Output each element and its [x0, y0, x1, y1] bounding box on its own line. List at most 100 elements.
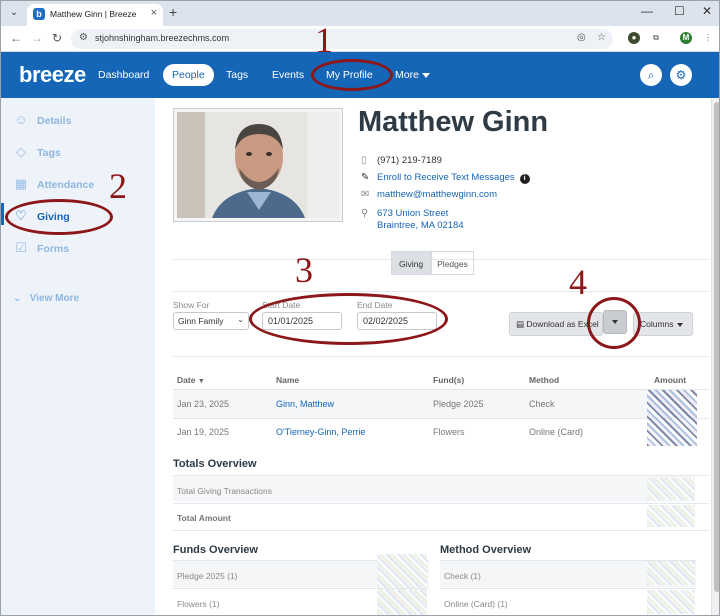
text-enroll-row: ✎ Enroll to Receive Text Messages i	[361, 172, 530, 184]
method-overview-title: Method Overview	[440, 544, 532, 556]
phone-number: (971) 219-7189	[377, 155, 442, 166]
column-header-label: Date	[177, 375, 196, 385]
enroll-text-link[interactable]: Enroll to Receive Text Messages	[377, 172, 515, 183]
column-header-funds[interactable]: Fund(s)	[433, 375, 464, 385]
main-content: Matthew Ginn ▯ (971) 219-7189 ✎ Enroll to …	[155, 98, 711, 615]
caret-down-icon	[676, 322, 683, 327]
divider	[173, 530, 709, 531]
nav-people[interactable]: People	[163, 64, 214, 86]
url-text[interactable]: stjohnshingham.breezechms.com	[95, 33, 229, 43]
column-header-amount[interactable]: Amount	[654, 375, 686, 385]
row-fund: Flowers	[433, 427, 465, 437]
profile-photo-image	[177, 112, 339, 218]
divider	[173, 418, 709, 419]
back-icon[interactable]: ←	[10, 31, 22, 45]
reload-icon[interactable]: ↻	[52, 31, 62, 45]
sidebar-item-attendance[interactable]: ▦ Attendance	[13, 176, 94, 192]
funds-overview-title: Funds Overview	[173, 544, 258, 556]
totals-overview-title: Totals Overview	[173, 458, 257, 470]
person-name: Matthew Ginn	[358, 106, 549, 138]
table-icon: ▤	[516, 319, 525, 329]
redacted-value	[647, 505, 695, 527]
calendar-icon: ▦	[14, 176, 28, 191]
total-amount-label: Total Amount	[177, 513, 231, 523]
show-for-label: Show For	[173, 300, 210, 310]
tag-icon: ◇	[16, 144, 26, 159]
row-name-link[interactable]: O'Tierney-Ginn, Perrie	[276, 427, 365, 437]
vertical-scrollbar[interactable]	[711, 98, 719, 615]
address-line1[interactable]: 673 Union Street	[377, 208, 448, 219]
sidebar-item-label: Forms	[37, 243, 70, 255]
forward-icon[interactable]: →	[31, 31, 43, 45]
columns-button[interactable]: Columns	[633, 312, 693, 336]
annotation-number-1: 1	[315, 20, 333, 60]
column-header-method[interactable]: Method	[529, 375, 559, 385]
address-line2[interactable]: Braintree, MA 02184	[377, 220, 464, 231]
row-method: Check	[529, 399, 555, 409]
extension-icon[interactable]: ●	[628, 32, 640, 44]
redacted-value	[647, 478, 695, 500]
chevron-down-icon: ⌄	[13, 293, 22, 304]
method-item: Check (1)	[444, 571, 481, 581]
row-name-link[interactable]: Ginn, Matthew	[276, 399, 334, 409]
column-header-name[interactable]: Name	[276, 375, 299, 385]
bookmark-star-icon[interactable]: ☆	[597, 32, 606, 43]
breeze-favicon-icon: b	[33, 8, 45, 20]
caret-down-icon	[421, 72, 430, 78]
nav-events[interactable]: Events	[272, 69, 304, 81]
redacted-value	[647, 590, 695, 614]
nav-more[interactable]: More	[395, 69, 430, 81]
sidebar-item-label: Attendance	[37, 179, 95, 191]
select-caret-icon: ⌄	[237, 315, 244, 324]
method-item: Online (Card) (1)	[444, 599, 508, 609]
email-link[interactable]: matthew@matthewginn.com	[377, 189, 497, 200]
scrollbar-thumb[interactable]	[714, 102, 719, 592]
omnibox[interactable]: ⚙ stjohnshingham.breezechms.com ◎ ☆	[71, 29, 613, 49]
tab-giving[interactable]: Giving	[391, 251, 431, 275]
redacted-value	[647, 561, 695, 585]
divider	[173, 588, 429, 589]
tab-title: Matthew Ginn | Breeze	[50, 9, 137, 19]
info-icon[interactable]: i	[519, 174, 530, 184]
profile-avatar[interactable]: M	[680, 32, 692, 44]
tab-search-icon[interactable]: ⌄	[6, 5, 22, 21]
maximize-icon[interactable]: ☐	[674, 4, 685, 18]
nav-tags[interactable]: Tags	[226, 69, 248, 81]
site-info-icon[interactable]: ⚙	[79, 32, 88, 43]
browser-tab[interactable]: b Matthew Ginn | Breeze ×	[27, 4, 163, 26]
close-tab-icon[interactable]: ×	[151, 7, 157, 19]
view-more-link[interactable]: ⌄ View More	[13, 293, 79, 304]
gear-icon[interactable]: ⚙	[670, 64, 692, 86]
sidebar-item-forms[interactable]: ☑ Forms	[13, 240, 69, 256]
profile-photo[interactable]	[173, 108, 343, 222]
address-row-2: Braintree, MA 02184	[377, 220, 464, 231]
browser-window: ⌄ b Matthew Ginn | Breeze × + — ☐ ✕ ← → …	[0, 0, 720, 616]
sidebar-item-tags[interactable]: ◇ Tags	[13, 144, 61, 160]
minimize-icon[interactable]: —	[641, 4, 653, 18]
column-header-date[interactable]: Date ▼	[177, 375, 205, 385]
active-indicator	[1, 203, 4, 225]
edit-icon: ✎	[361, 172, 370, 183]
eye-slash-icon[interactable]: ◎	[577, 32, 586, 43]
person-icon: ☺	[14, 112, 28, 127]
browser-menu-icon[interactable]: ⋮	[702, 32, 714, 44]
sidebar-item-details[interactable]: ☺ Details	[13, 112, 71, 127]
show-for-select[interactable]: Ginn Family ⌄	[173, 312, 249, 330]
address-row: ⚲ 673 Union Street	[361, 208, 448, 219]
nav-dashboard[interactable]: Dashboard	[98, 69, 149, 81]
checkbox-icon: ☑	[15, 240, 27, 255]
breeze-logo[interactable]: breeze	[19, 62, 86, 88]
sort-desc-icon: ▼	[197, 378, 205, 385]
search-icon[interactable]: ⌕	[640, 64, 662, 86]
new-tab-icon[interactable]: +	[169, 4, 177, 20]
map-pin-icon: ⚲	[361, 208, 369, 219]
redacted-amount	[647, 418, 697, 446]
row-date: Jan 23, 2025	[177, 399, 230, 409]
extensions-puzzle-icon[interactable]: ⧉	[650, 32, 662, 44]
divider	[173, 503, 709, 504]
annotation-number-2: 2	[109, 166, 127, 206]
tab-pledges[interactable]: Pledges	[431, 251, 474, 275]
tab-strip: ⌄ b Matthew Ginn | Breeze × + — ☐ ✕	[1, 1, 719, 26]
window-close-icon[interactable]: ✕	[702, 4, 712, 18]
sidebar-item-label: Details	[37, 115, 72, 127]
